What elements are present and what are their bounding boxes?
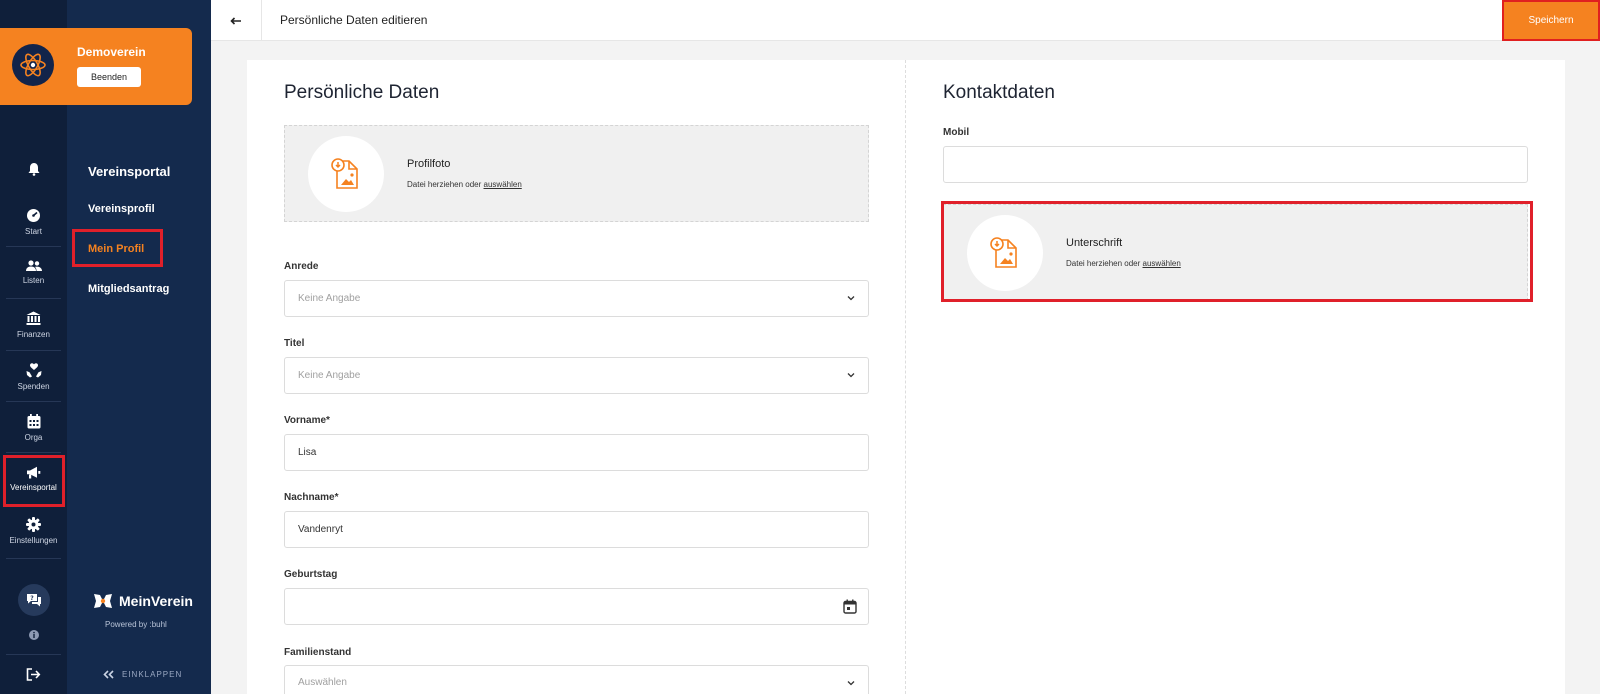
org-card: Demoverein Beenden	[0, 28, 192, 105]
double-chevron-left-icon	[103, 670, 114, 679]
atom-logo-icon	[20, 53, 46, 77]
familienstand-select[interactable]: Auswählen	[284, 665, 869, 694]
rail-listen[interactable]: Listen	[0, 260, 67, 285]
info-icon	[28, 630, 39, 640]
highlight-signature	[941, 201, 1533, 302]
page-title: Persönliche Daten editieren	[280, 13, 428, 27]
vorname-input[interactable]: Lisa	[284, 434, 869, 471]
top-bar: Persönliche Daten editieren Speichern	[211, 0, 1600, 41]
rail-notifications[interactable]	[0, 162, 67, 176]
calendar-icon[interactable]	[843, 599, 857, 614]
brand-logo: MeinVerein	[93, 592, 193, 609]
titel-select[interactable]: Keine Angabe	[284, 357, 869, 394]
profile-photo-title: Profilfoto	[407, 158, 451, 170]
familienstand-label: Familienstand	[284, 647, 352, 658]
support-chat-icon: ?	[17, 584, 50, 616]
rail-logout[interactable]	[0, 668, 67, 681]
logout-icon	[26, 668, 41, 681]
profile-photo-hint: Datei herziehen oder auswählen	[407, 180, 522, 189]
collapse-sidebar-button[interactable]: EINKLAPPEN	[103, 670, 182, 679]
collapse-label: EINKLAPPEN	[122, 670, 183, 679]
bank-icon	[26, 311, 41, 325]
rail-info[interactable]	[0, 630, 67, 640]
anrede-select[interactable]: Keine Angabe	[284, 280, 869, 317]
upload-circle	[308, 136, 384, 212]
brand-name: MeinVerein	[119, 592, 193, 609]
meinverein-logo-icon	[94, 594, 112, 608]
section-title-contact: Kontaktdaten	[943, 82, 1055, 103]
calendar-icon	[27, 414, 40, 429]
nav-item-vereinsprofil[interactable]: Vereinsprofil	[88, 203, 155, 215]
rail-start[interactable]: Start	[0, 208, 67, 236]
mobil-input[interactable]	[943, 146, 1528, 183]
org-logo	[12, 44, 54, 86]
rail-spenden[interactable]: Spenden	[0, 363, 67, 391]
donation-hands-icon	[26, 363, 41, 378]
rail-orga[interactable]: Orga	[0, 414, 67, 442]
svg-text:?: ?	[30, 595, 34, 602]
mobil-label: Mobil	[943, 127, 970, 138]
chevron-down-icon	[847, 296, 855, 301]
file-image-upload-icon	[331, 158, 358, 189]
profile-photo-select-link[interactable]: auswählen	[484, 180, 522, 189]
geburtstag-input[interactable]	[284, 588, 869, 625]
chevron-down-icon	[847, 373, 855, 378]
gear-icon	[26, 517, 41, 532]
rail-support[interactable]: ?	[0, 584, 67, 616]
geburtstag-label: Geburtstag	[284, 569, 338, 580]
nachname-label: Nachname*	[284, 492, 339, 503]
nachname-input[interactable]: Vandenryt	[284, 511, 869, 548]
profile-photo-dropzone[interactable]: Profilfoto Datei herziehen oder auswähle…	[284, 125, 869, 222]
section-title-personal: Persönliche Daten	[284, 82, 440, 103]
powered-by: Powered by :buhl	[105, 620, 167, 629]
save-button[interactable]: Speichern	[1502, 0, 1600, 41]
chevron-down-icon	[847, 681, 855, 686]
org-name: Demoverein	[77, 45, 146, 59]
rail-einstellungen[interactable]: Einstellungen	[0, 517, 67, 545]
rail-finanzen[interactable]: Finanzen	[0, 311, 67, 339]
titel-label: Titel	[284, 338, 305, 349]
end-session-button[interactable]: Beenden	[77, 67, 142, 87]
column-divider	[905, 60, 906, 694]
users-icon	[25, 260, 42, 271]
arrow-left-icon	[230, 16, 241, 25]
dashboard-icon	[27, 209, 40, 222]
highlight-vereinsportal	[3, 455, 65, 507]
back-button[interactable]	[211, 0, 262, 41]
nav-title: Vereinsportal	[88, 164, 171, 179]
bell-icon	[28, 163, 39, 176]
vorname-label: Vorname*	[284, 415, 330, 426]
highlight-mein-profil	[72, 229, 163, 267]
anrede-label: Anrede	[284, 261, 319, 272]
nav-item-mitgliedsantrag[interactable]: Mitgliedsantrag	[88, 283, 169, 295]
